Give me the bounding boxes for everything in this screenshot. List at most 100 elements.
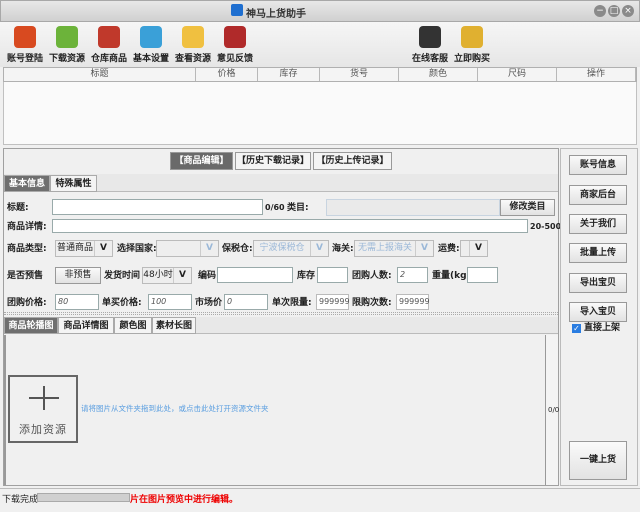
group-price-label: 团购价格: bbox=[7, 298, 47, 308]
maximize-button[interactable]: □ bbox=[608, 5, 620, 17]
plus-icon-bar bbox=[29, 397, 59, 399]
tab-detail-images[interactable]: 商品详情图 bbox=[58, 317, 114, 334]
bonded-select[interactable]: 宁波保税仓 V bbox=[253, 240, 329, 257]
country-value bbox=[157, 241, 200, 256]
ship-time-label: 发货时间 bbox=[104, 271, 141, 281]
type-label: 商品类型: bbox=[7, 244, 47, 254]
tab-upload-history[interactable]: 【历史上传记录】 bbox=[313, 152, 392, 170]
col-sku[interactable]: 货号 bbox=[320, 68, 399, 81]
tab-color-images[interactable]: 颜色图 bbox=[114, 317, 152, 334]
col-price[interactable]: 价格 bbox=[196, 68, 258, 81]
toolbar-label: 下载资源 bbox=[48, 54, 85, 64]
chevron-down-icon: V bbox=[310, 241, 328, 256]
product-table[interactable] bbox=[3, 82, 637, 145]
merchant-backend-button[interactable]: 商家后台 bbox=[569, 185, 627, 205]
toolbar-warehouse-products-button[interactable]: 仓库商品 bbox=[87, 26, 131, 64]
toolbar-label: 账号登陆 bbox=[6, 54, 43, 64]
toolbar-label: 意见反馈 bbox=[216, 54, 253, 64]
col-size[interactable]: 尺码 bbox=[478, 68, 557, 81]
chevron-down-icon: V bbox=[200, 241, 218, 256]
tab-product-edit[interactable]: 【商品编辑】 bbox=[170, 152, 233, 170]
account-info-button[interactable]: 账号信息 bbox=[569, 155, 627, 175]
single-price-label: 单买价格: bbox=[102, 298, 142, 308]
login-icon bbox=[14, 26, 36, 48]
add-resource-label: 添加资源 bbox=[19, 423, 67, 436]
edit-category-button[interactable]: 修改类目 bbox=[500, 199, 555, 216]
weight-label: 重量(kg) bbox=[432, 271, 471, 281]
group-price-input[interactable]: 80 bbox=[55, 294, 99, 310]
subtab-special-attrs[interactable]: 特殊属性 bbox=[50, 175, 97, 192]
detail-input[interactable] bbox=[52, 219, 528, 233]
toolbar-online-support-button[interactable]: 在线客服 bbox=[408, 26, 452, 64]
batch-upload-button[interactable]: 批量上传 bbox=[569, 243, 627, 263]
ship-time-select[interactable]: 48小时 V bbox=[142, 267, 192, 284]
chevron-down-icon: V bbox=[94, 241, 112, 256]
download-resources-icon bbox=[56, 26, 78, 48]
toolbar-label: 基本设置 bbox=[132, 54, 169, 64]
group-people-label: 团购人数: bbox=[352, 271, 392, 281]
type-select[interactable]: 普通商品 V bbox=[55, 240, 113, 257]
chevron-down-icon: V bbox=[469, 241, 487, 256]
market-price-input[interactable]: 0 bbox=[224, 294, 268, 310]
toolbar-download-resources-button[interactable]: 下载资源 bbox=[45, 26, 89, 64]
about-us-button[interactable]: 关于我们 bbox=[569, 214, 627, 234]
image-count: 0/0 bbox=[548, 406, 560, 414]
import-items-button[interactable]: 导入宝贝 bbox=[569, 302, 627, 322]
col-title[interactable]: 标题 bbox=[4, 68, 196, 81]
tab-material-images[interactable]: 素材长图 bbox=[152, 317, 196, 334]
ship-time-value: 48小时 bbox=[143, 270, 173, 280]
toolbar-label: 仓库商品 bbox=[90, 54, 127, 64]
toolbar-label: 在线客服 bbox=[411, 54, 448, 64]
limit-label: 单次限量: bbox=[272, 298, 312, 308]
toolbar-basic-settings-button[interactable]: 基本设置 bbox=[129, 26, 173, 64]
tab-carousel-images[interactable]: 商品轮播图 bbox=[4, 317, 58, 334]
feedback-icon bbox=[224, 26, 246, 48]
shipping-label: 运费: bbox=[438, 244, 460, 254]
title-label: 标题: bbox=[7, 203, 29, 213]
shipping-select[interactable]: V bbox=[460, 240, 488, 257]
minimize-button[interactable]: − bbox=[594, 5, 606, 17]
col-stock[interactable]: 库存 bbox=[258, 68, 320, 81]
toolbar-view-resources-button[interactable]: 查看资源 bbox=[171, 26, 215, 64]
chevron-down-icon: V bbox=[173, 268, 191, 283]
window-title: 神马上货助手 bbox=[246, 9, 306, 20]
single-price-input[interactable]: 100 bbox=[148, 294, 192, 310]
progress-bar bbox=[37, 493, 130, 502]
shipping-value bbox=[461, 241, 469, 256]
title-input[interactable] bbox=[52, 199, 263, 215]
presale-button[interactable]: 非预售 bbox=[55, 267, 101, 284]
splitter[interactable] bbox=[4, 312, 558, 315]
customs-select[interactable]: 无需上报海关 V bbox=[354, 240, 434, 257]
col-action[interactable]: 操作 bbox=[557, 68, 636, 81]
title-count: 0/60 bbox=[265, 203, 285, 212]
category-field bbox=[326, 199, 500, 216]
limit-times-input[interactable]: 999999 bbox=[396, 294, 430, 310]
view-resources-icon bbox=[182, 26, 204, 48]
category-label: 类目: bbox=[287, 203, 309, 213]
toolbar-feedback-button[interactable]: 意见反馈 bbox=[213, 26, 257, 64]
subtab-basic-info[interactable]: 基本信息 bbox=[4, 175, 50, 192]
toolbar-login-button[interactable]: 账号登陆 bbox=[3, 26, 47, 64]
market-price-label: 市场价 bbox=[195, 298, 223, 308]
close-button[interactable]: × bbox=[622, 5, 634, 17]
app-logo-icon bbox=[231, 4, 243, 16]
basic-settings-icon bbox=[140, 26, 162, 48]
drop-hint-link[interactable]: 请将图片从文件夹拖到此处，或点击此处打开资源文件夹 bbox=[81, 403, 269, 414]
direct-listing-checkbox[interactable]: ✓ bbox=[572, 324, 581, 333]
limit-times-label: 限购次数: bbox=[352, 298, 392, 308]
group-people-input[interactable]: 2 bbox=[397, 267, 428, 283]
country-select[interactable]: V bbox=[156, 240, 219, 257]
stock-input[interactable] bbox=[317, 267, 348, 283]
export-items-button[interactable]: 导出宝贝 bbox=[569, 273, 627, 293]
toolbar-buy-now-button[interactable]: 立即购买 bbox=[450, 26, 494, 64]
weight-input[interactable] bbox=[467, 267, 498, 283]
bonded-value: 宁波保税仓 bbox=[259, 243, 305, 253]
tab-download-history[interactable]: 【历史下载记录】 bbox=[235, 152, 311, 170]
add-resource-button[interactable]: 添加资源 bbox=[8, 375, 78, 443]
limit-input[interactable]: 999999 bbox=[316, 294, 350, 310]
stock-label: 库存 bbox=[297, 271, 316, 281]
code-input[interactable] bbox=[217, 267, 293, 283]
col-color[interactable]: 颜色 bbox=[399, 68, 478, 81]
buy-now-icon bbox=[461, 26, 483, 48]
one-click-upload-button[interactable]: 一键上货 bbox=[569, 441, 627, 480]
